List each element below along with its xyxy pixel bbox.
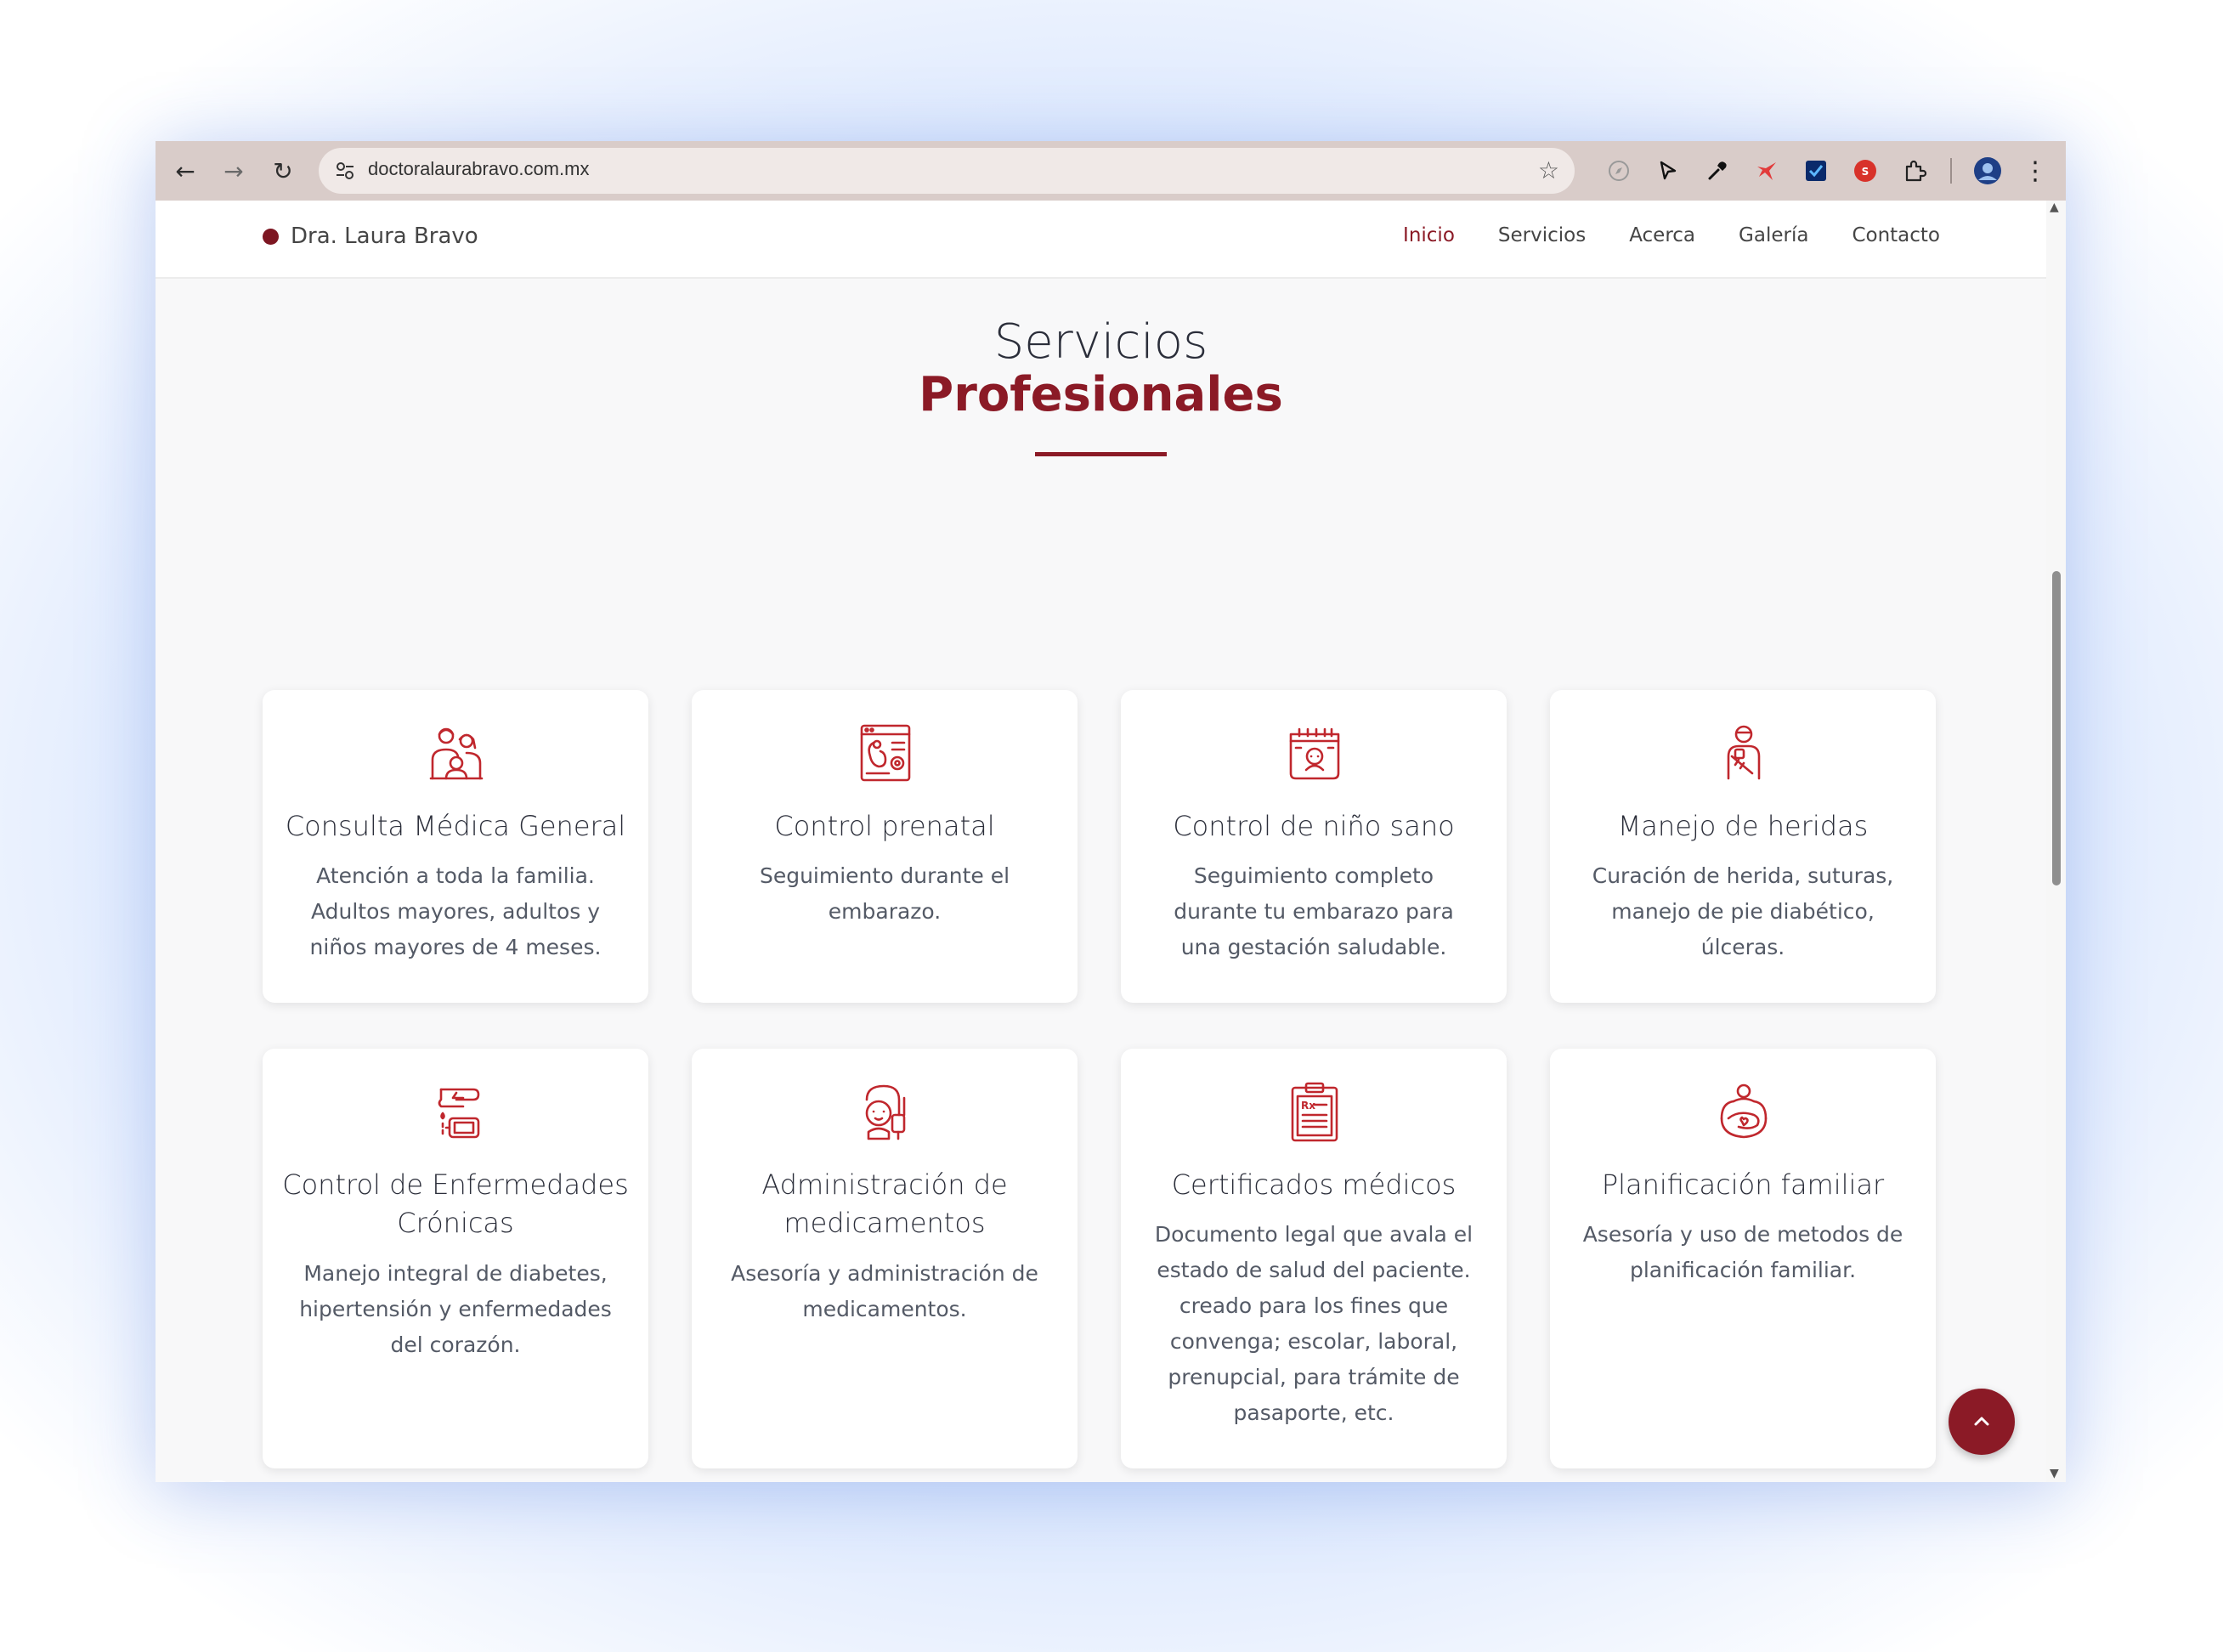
puzzle-extensions-icon[interactable]	[1899, 156, 1930, 186]
bookmark-star-icon[interactable]: ☆	[1538, 156, 1559, 184]
service-title: Control de niño sano	[1173, 810, 1455, 842]
address-bar[interactable]: doctoralaurabravo.com.mx ☆	[319, 148, 1575, 194]
service-title: Planificación familiar	[1601, 1168, 1885, 1201]
brand-name[interactable]: Dra. Laura Bravo	[291, 223, 478, 249]
service-title: Control prenatal	[774, 810, 995, 842]
eyedropper-extension-icon[interactable]	[1702, 156, 1733, 186]
url-text[interactable]: doctoralaurabravo.com.mx	[368, 158, 589, 180]
service-description: Atención a toda la familia. Adultos mayo…	[309, 863, 602, 959]
site-navbar: Dra. Laura Bravo Inicio Servicios Acerca…	[156, 201, 2046, 279]
nav-link-acerca[interactable]: Acerca	[1629, 224, 1695, 246]
back-icon[interactable]: ←	[168, 154, 202, 188]
service-title: Administración de medicamentos	[761, 1168, 1008, 1239]
whatsapp-icon[interactable]	[188, 1475, 247, 1482]
service-description: Seguimiento completo durante tu embarazo…	[1174, 863, 1454, 959]
back-to-top-button[interactable]	[1949, 1389, 2015, 1455]
forward-icon[interactable]: →	[217, 154, 251, 188]
bandaged-patient-icon	[1727, 725, 1761, 780]
browser-toolbar: ← → ↻ doctoralaurabravo.com.mx ☆ S ⋮	[156, 141, 2066, 201]
service-description: Asesoría y administración de medicamento…	[731, 1261, 1038, 1321]
brand-dot-icon	[263, 228, 279, 245]
service-description: Asesoría y uso de metodos de planificaci…	[1582, 1222, 1903, 1282]
site-brand[interactable]: Dra. Laura Bravo	[263, 223, 478, 249]
nav-link-inicio[interactable]: Inicio	[1403, 224, 1455, 246]
service-card: Control de niño sano Seguimiento complet…	[1121, 690, 1507, 1003]
service-title: Certificados médicos	[1171, 1168, 1457, 1201]
compass-extension-icon[interactable]	[1604, 156, 1634, 186]
section-title-line2: Profesionales	[919, 367, 1283, 422]
service-card: Administración de medicamentos Asesoría …	[692, 1049, 1078, 1468]
nav-link-servicios[interactable]: Servicios	[1498, 224, 1586, 246]
family-icon	[429, 727, 484, 780]
service-card: Control prenatal Seguimiento durante el …	[692, 690, 1078, 1003]
cursor-extension-icon[interactable]	[1653, 156, 1683, 186]
scroll-up-icon[interactable]: ▲	[2050, 201, 2059, 214]
prenatal-monitor-icon	[860, 724, 911, 782]
section-title-line1: Servicios	[993, 314, 1208, 370]
scroll-down-icon[interactable]: ▼	[2050, 1467, 2059, 1480]
nav-link-galeria[interactable]: Galería	[1739, 224, 1808, 246]
glucometer-icon	[438, 1088, 480, 1139]
page-viewport: Dra. Laura Bravo Inicio Servicios Acerca…	[156, 201, 2046, 1482]
browser-menu-icon[interactable]: ⋮	[2020, 156, 2050, 186]
reload-icon[interactable]: ↻	[266, 154, 300, 188]
browser-window: ← → ↻ doctoralaurabravo.com.mx ☆ S ⋮ Dra…	[156, 141, 2066, 1482]
prescription-clipboard-icon: Rx	[1291, 1082, 1338, 1142]
service-title: Control de Enfermedades Crónicas	[282, 1168, 629, 1239]
svg-text:S: S	[1862, 166, 1869, 178]
bird-extension-icon[interactable]	[1751, 156, 1782, 186]
seo-extension-icon[interactable]: S	[1850, 156, 1881, 186]
service-card: Consulta Médica General Atención a toda …	[263, 690, 648, 1003]
service-card: Control de Enfermedades Crónicas Manejo …	[263, 1049, 648, 1468]
service-description: Curación de herida, suturas, manejo de p…	[1592, 863, 1894, 959]
site-settings-icon[interactable]	[334, 160, 356, 182]
family-planning-icon	[1720, 1083, 1768, 1139]
service-title: Consulta Médica General	[285, 810, 626, 842]
iv-drip-patient-icon	[865, 1084, 906, 1140]
profile-avatar-icon[interactable]	[1972, 156, 2003, 186]
baby-calendar-icon	[1289, 727, 1340, 780]
service-card: Manejo de heridas Curación de herida, su…	[1550, 690, 1936, 1003]
service-description: Documento legal que avala el estado de s…	[1154, 1222, 1474, 1425]
service-title: Manejo de heridas	[1617, 810, 1869, 842]
service-description: Manejo integral de diabetes, hipertensió…	[299, 1261, 612, 1357]
nav-link-contacto[interactable]: Contacto	[1852, 224, 1940, 246]
checkbox-extension-icon[interactable]	[1801, 156, 1831, 186]
title-underline	[1035, 452, 1167, 456]
scroll-thumb[interactable]	[2052, 571, 2061, 885]
toolbar-divider	[1950, 158, 1952, 184]
service-description: Seguimiento durante el embarazo.	[759, 863, 1010, 924]
service-card: Planificación familiar Asesoría y uso de…	[1550, 1049, 1936, 1468]
service-card: Rx Certificados médicos Documento legal …	[1121, 1049, 1507, 1468]
chevron-up-icon	[1974, 1417, 1989, 1426]
page-scrollbar[interactable]: ▲ ▼	[2046, 201, 2066, 1482]
main-menu: Inicio Servicios Acerca Galería Contacto	[1360, 224, 1940, 246]
svg-text:Rx: Rx	[1301, 1100, 1315, 1112]
